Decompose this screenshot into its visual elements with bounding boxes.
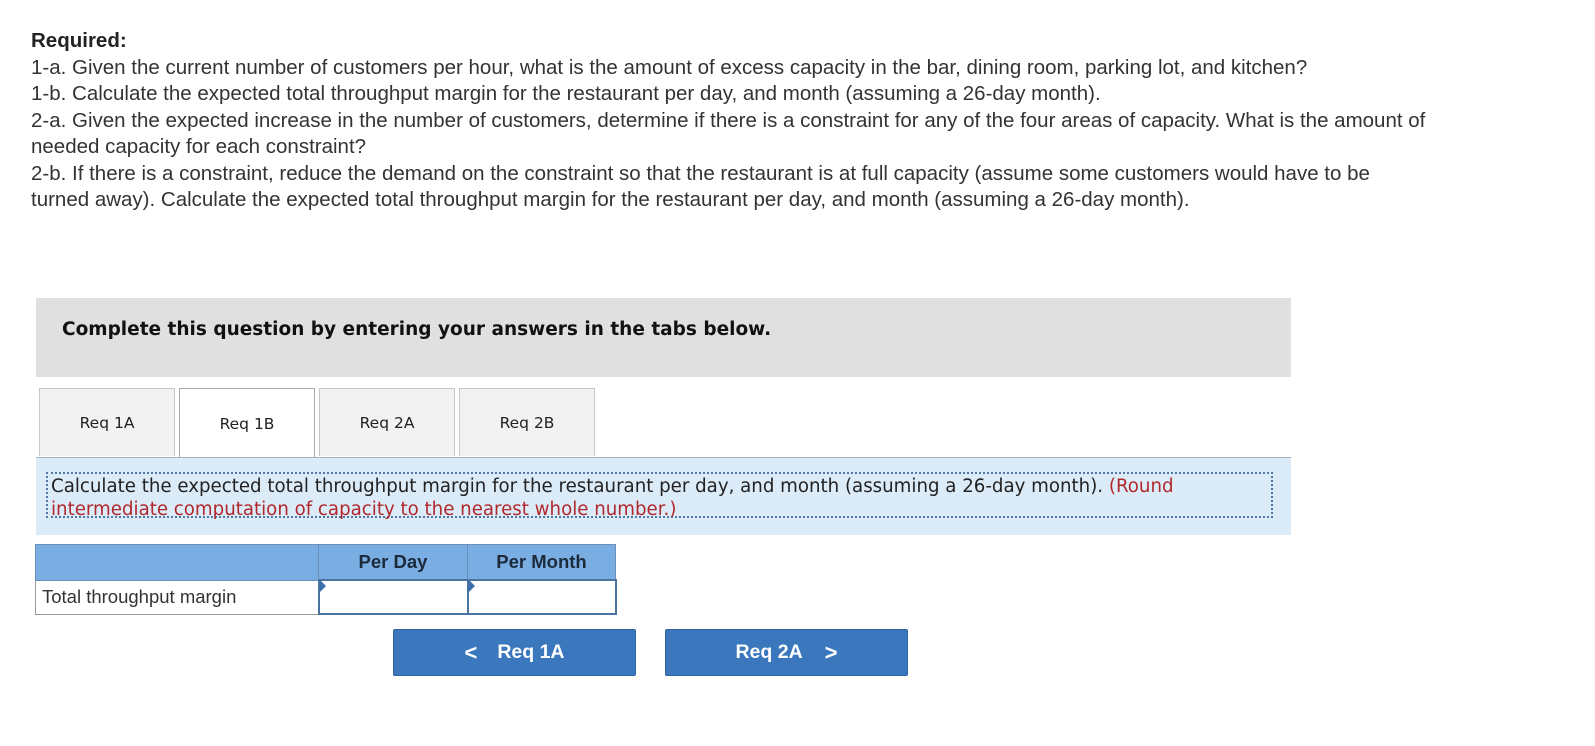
tab-req-1a[interactable]: Req 1A <box>39 388 175 456</box>
per-day-input[interactable] <box>319 582 467 612</box>
chevron-left-icon: < <box>464 639 478 665</box>
per-month-input[interactable] <box>468 582 615 612</box>
prompt-text: Calculate the expected total throughput … <box>51 476 1104 497</box>
per-month-cell <box>466 579 617 615</box>
table-header-row: Per Day Per Month <box>35 544 616 581</box>
input-flag-icon <box>319 580 326 592</box>
table-row: Total throughput margin <box>35 579 617 615</box>
per-day-cell <box>317 579 469 615</box>
tab-req-1b[interactable]: Req 1B <box>179 388 315 459</box>
chevron-right-icon: > <box>824 639 838 665</box>
tab-req-2a[interactable]: Req 2A <box>319 388 455 456</box>
input-flag-icon <box>468 580 475 592</box>
prev-button-label: Req 1A <box>497 641 565 663</box>
instruction-banner: Complete this question by entering your … <box>36 298 1291 377</box>
requirement-2b: 2-b. If there is a constraint, reduce th… <box>31 161 1370 212</box>
prev-req-1a-button[interactable]: < Req 1A <box>393 629 636 676</box>
header-per-day: Per Day <box>318 544 468 581</box>
instruction-text: Complete this question by entering your … <box>62 319 772 340</box>
next-req-2a-button[interactable]: Req 2A > <box>665 629 908 676</box>
tab-req-2b[interactable]: Req 2B <box>459 388 595 456</box>
requirement-2a: 2-a. Given the expected increase in the … <box>31 108 1426 159</box>
requirement-1b: 1-b. Calculate the expected total throug… <box>31 82 1101 105</box>
question-prompt-panel: Calculate the expected total throughput … <box>36 458 1291 535</box>
header-blank <box>35 544 319 581</box>
requirement-1a: 1-a. Given the current number of custome… <box>31 55 1308 79</box>
question-prompt: Calculate the expected total throughput … <box>46 472 1273 520</box>
required-section: Required: 1-a. Given the current number … <box>31 28 1431 214</box>
next-button-label: Req 2A <box>735 641 803 663</box>
header-per-month: Per Month <box>467 544 616 581</box>
required-heading: Required: <box>31 29 127 52</box>
answer-table: Per Day Per Month Total throughput margi… <box>35 544 617 615</box>
row-label-total-throughput-margin: Total throughput margin <box>35 579 319 615</box>
